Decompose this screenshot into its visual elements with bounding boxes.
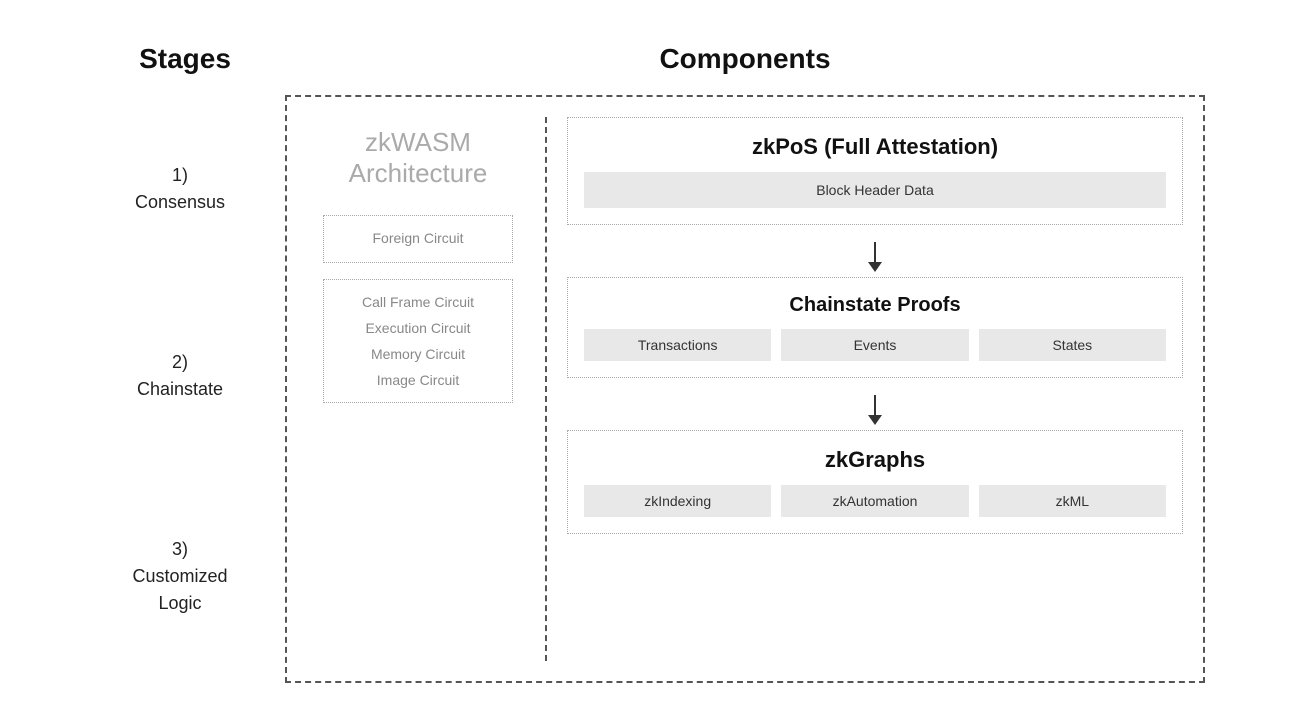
stage-2: 2)Chainstate <box>85 349 275 403</box>
zkml-chip: zkML <box>979 485 1166 517</box>
headers-row: Stages Components <box>85 43 1205 75</box>
zkautomation-chip: zkAutomation <box>781 485 968 517</box>
zkgraphs-title: zkGraphs <box>584 447 1166 473</box>
stage-3: 3)CustomizedLogic <box>85 536 275 617</box>
call-frame-circuit: Call Frame Circuit <box>334 294 502 310</box>
memory-circuit: Memory Circuit <box>334 346 502 362</box>
states-chip: States <box>979 329 1166 361</box>
stages-header: Stages <box>85 43 285 75</box>
proofs-column: zkPoS (Full Attestation) Block Header Da… <box>547 117 1183 661</box>
chainstate-chips-row: Transactions Events States <box>584 329 1166 361</box>
components-title: Components <box>659 43 830 74</box>
image-circuit: Image Circuit <box>334 372 502 388</box>
zkgraphs-section: zkGraphs zkIndexing zkAutomation zkML <box>567 430 1183 534</box>
zkindexing-chip: zkIndexing <box>584 485 771 517</box>
arrow-down-2 <box>868 395 882 425</box>
foreign-circuit-label: Foreign Circuit <box>372 230 463 246</box>
arrow-head-2 <box>868 415 882 425</box>
stages-column: 1)Consensus 2)Chainstate 3)CustomizedLog… <box>85 95 285 683</box>
foreign-circuit-box: Foreign Circuit <box>323 215 513 263</box>
zkwasm-title: zkWASMArchitecture <box>349 127 488 189</box>
arrow-line-1 <box>874 242 876 262</box>
chainstate-section: Chainstate Proofs Transactions Events St… <box>567 277 1183 378</box>
components-header: Components <box>285 43 1205 75</box>
stage-1: 1)Consensus <box>85 162 275 216</box>
zkpos-section: zkPoS (Full Attestation) Block Header Da… <box>567 117 1183 225</box>
arrow-down-1 <box>868 242 882 272</box>
arrow-1-container <box>567 237 1183 277</box>
arrow-head-1 <box>868 262 882 272</box>
zkgraphs-chips-row: zkIndexing zkAutomation zkML <box>584 485 1166 517</box>
arrow-line-2 <box>874 395 876 415</box>
components-area: zkWASMArchitecture Foreign Circuit Call … <box>285 95 1205 683</box>
zkpos-title: zkPoS (Full Attestation) <box>584 134 1166 160</box>
arrow-2-container <box>567 390 1183 430</box>
zkwasm-column: zkWASMArchitecture Foreign Circuit Call … <box>307 117 547 661</box>
transactions-chip: Transactions <box>584 329 771 361</box>
circuits-box: Call Frame Circuit Execution Circuit Mem… <box>323 279 513 403</box>
diagram-wrapper: Stages Components 1)Consensus 2)Chainsta… <box>45 23 1245 703</box>
execution-circuit: Execution Circuit <box>334 320 502 336</box>
chainstate-title: Chainstate Proofs <box>584 294 1166 317</box>
events-chip: Events <box>781 329 968 361</box>
block-header-box: Block Header Data <box>584 172 1166 208</box>
content-row: 1)Consensus 2)Chainstate 3)CustomizedLog… <box>85 95 1205 683</box>
stages-title: Stages <box>139 43 231 74</box>
